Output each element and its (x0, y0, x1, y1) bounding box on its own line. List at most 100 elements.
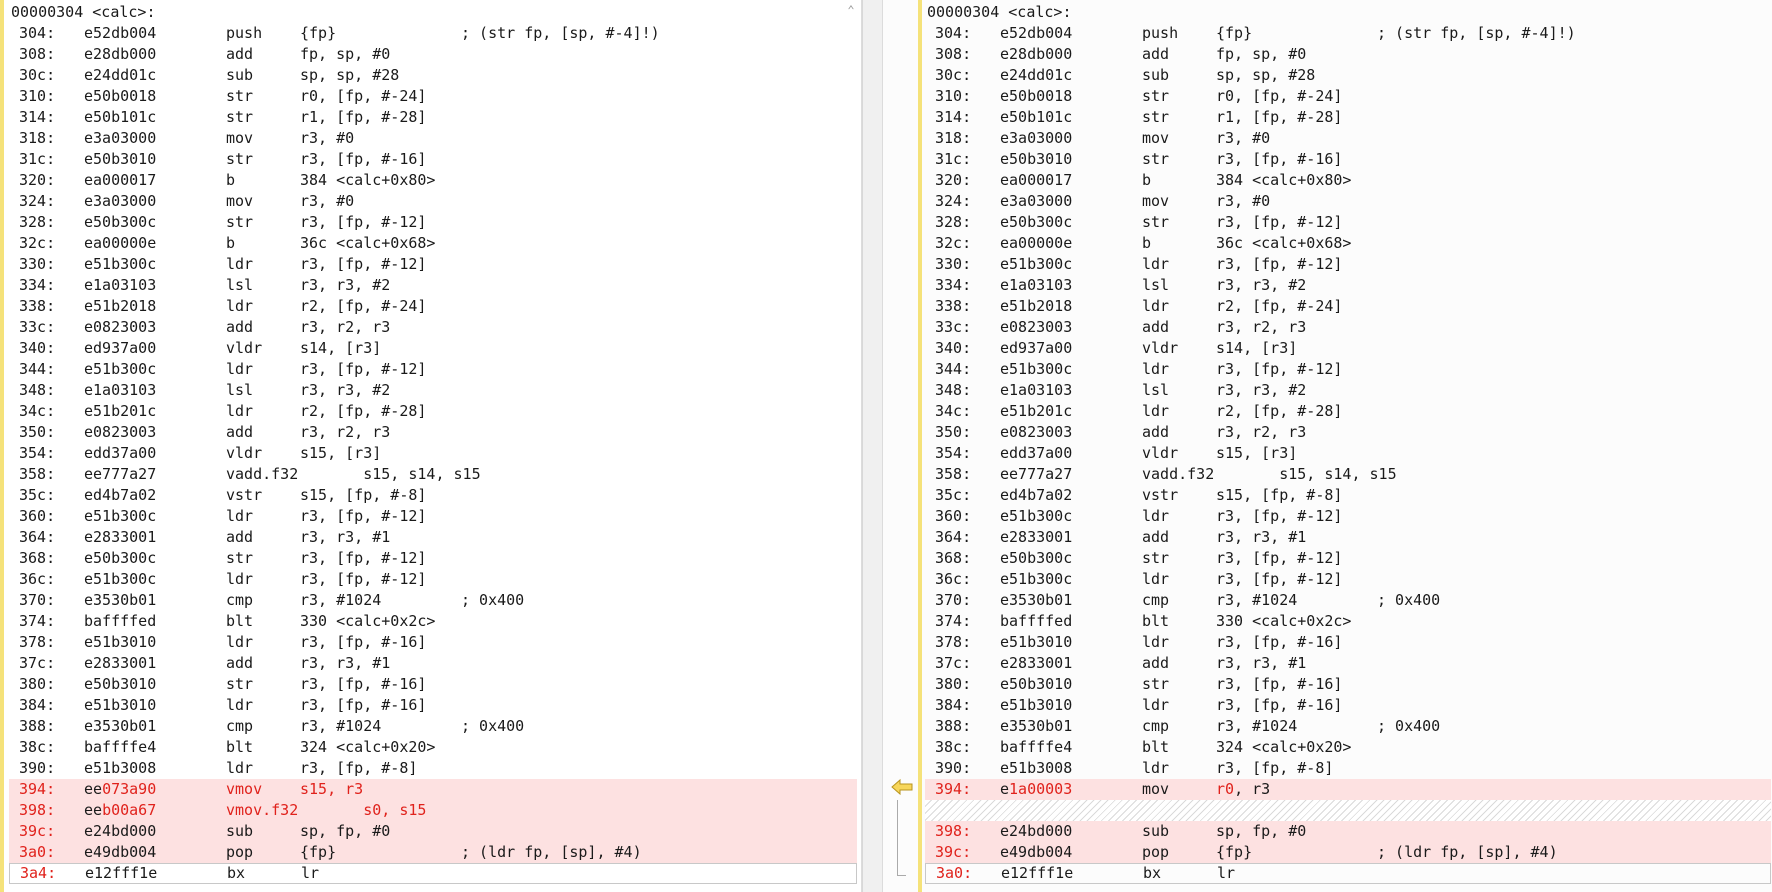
code-line[interactable]: 324: e3a03000 mov r3, #0 (925, 191, 1771, 212)
line-operands: r3, r3, #2 (1216, 276, 1307, 294)
code-line[interactable]: 398: eeb00a67 vmov.f32 s0, s15 (9, 800, 857, 821)
code-line[interactable]: 320: ea000017 b 384 <calc+0x80> (9, 170, 857, 191)
code-line[interactable]: 314: e50b101c str r1, [fp, #-28] (9, 107, 857, 128)
code-line[interactable]: 330: e51b300c ldr r3, [fp, #-12] (925, 254, 1771, 275)
code-line[interactable]: 37c: e2833001 add r3, r3, #1 (925, 653, 1771, 674)
code-line[interactable]: 388: e3530b01 cmp r3, #1024 ; 0x400 (9, 716, 857, 737)
code-line[interactable]: 328: e50b300c str r3, [fp, #-12] (9, 212, 857, 233)
code-line[interactable]: 390: e51b3008 ldr r3, [fp, #-8] (925, 758, 1771, 779)
change-gutter (0, 0, 4, 892)
code-line[interactable]: 388: e3530b01 cmp r3, #1024 ; 0x400 (925, 716, 1771, 737)
line-address: 33c: (19, 318, 56, 336)
code-line[interactable]: 344: e51b300c ldr r3, [fp, #-12] (9, 359, 857, 380)
code-line[interactable]: 398: e24bd000 sub sp, fp, #0 (925, 821, 1771, 842)
code-line[interactable]: 380: e50b3010 str r3, [fp, #-16] (9, 674, 857, 695)
code-line[interactable]: 364: e2833001 add r3, r3, #1 (925, 527, 1771, 548)
code-line[interactable]: 384: e51b3010 ldr r3, [fp, #-16] (925, 695, 1771, 716)
arrow-left-icon[interactable] (891, 778, 913, 796)
code-line[interactable]: 38c: baffffe4 blt 324 <calc+0x20> (9, 737, 857, 758)
line-operands: r0, [fp, #-24] (1216, 87, 1343, 105)
code-line[interactable]: 320: ea000017 b 384 <calc+0x80> (925, 170, 1771, 191)
code-line[interactable]: 318: e3a03000 mov r3, #0 (9, 128, 857, 149)
code-line[interactable]: 370: e3530b01 cmp r3, #1024 ; 0x400 (925, 590, 1771, 611)
code-line[interactable]: 32c: ea00000e b 36c <calc+0x68> (9, 233, 857, 254)
code-line[interactable]: 34c: e51b201c ldr r2, [fp, #-28] (9, 401, 857, 422)
code-line[interactable]: 350: e0823003 add r3, r2, r3 (9, 422, 857, 443)
code-line[interactable]: 354: edd37a00 vldr s15, [r3] (925, 443, 1771, 464)
code-line[interactable]: 39c: e24bd000 sub sp, fp, #0 (9, 821, 857, 842)
left-diff-pane[interactable]: 00000304 <calc>: 304: e52db004 push {fp} ; (… (0, 0, 862, 892)
code-line[interactable]: 36c: e51b300c ldr r3, [fp, #-12] (925, 569, 1771, 590)
code-line[interactable]: 368: e50b300c str r3, [fp, #-12] (925, 548, 1771, 569)
code-line[interactable]: 30c: e24dd01c sub sp, sp, #28 (9, 65, 857, 86)
code-line[interactable]: 348: e1a03103 lsl r3, r3, #2 (9, 380, 857, 401)
right-diff-pane[interactable]: 00000304 <calc>: 304: e52db004 push {fp} ; (… (882, 0, 1772, 892)
code-line[interactable]: 318: e3a03000 mov r3, #0 (925, 128, 1771, 149)
code-line[interactable]: 340: ed937a00 vldr s14, [r3] (9, 338, 857, 359)
code-line[interactable]: 360: e51b300c ldr r3, [fp, #-12] (9, 506, 857, 527)
code-line[interactable]: 31c: e50b3010 str r3, [fp, #-16] (925, 149, 1771, 170)
code-line[interactable]: 374: baffffed blt 330 <calc+0x2c> (925, 611, 1771, 632)
code-line[interactable]: 310: e50b0018 str r0, [fp, #-24] (925, 86, 1771, 107)
code-line[interactable]: 364: e2833001 add r3, r3, #1 (9, 527, 857, 548)
code-line[interactable]: 368: e50b300c str r3, [fp, #-12] (9, 548, 857, 569)
line-opcode-hex: baffffe4 (1000, 738, 1073, 756)
code-line[interactable]: 304: e52db004 push {fp} ; (str fp, [sp, #-4]… (925, 23, 1771, 44)
chevron-up-icon[interactable]: ⌃ (845, 4, 857, 16)
code-line[interactable]: 304: e52db004 push {fp} ; (str fp, [sp, #-4]… (9, 23, 857, 44)
line-address: 384: (19, 696, 56, 714)
code-line[interactable]: 350: e0823003 add r3, r2, r3 (925, 422, 1771, 443)
code-line-current[interactable]: 3a0: e12fff1e bx lr (925, 863, 1771, 884)
line-operands: r3, #0 (1216, 192, 1271, 210)
line-opcode-hex: ed937a00 (1000, 339, 1073, 357)
line-mnemonic: add (226, 654, 254, 672)
code-line[interactable]: 378: e51b3010 ldr r3, [fp, #-16] (925, 632, 1771, 653)
line-opcode-hex: e50b3010 (84, 150, 157, 168)
code-line[interactable]: 324: e3a03000 mov r3, #0 (9, 191, 857, 212)
code-line[interactable]: 394: e1a00003 mov r0, r3 (925, 779, 1771, 800)
code-line[interactable]: 39c: e49db004 pop {fp} ; (ldr fp, [sp], #4) (925, 842, 1771, 863)
code-line[interactable]: 33c: e0823003 add r3, r2, r3 (9, 317, 857, 338)
code-line[interactable]: 38c: baffffe4 blt 324 <calc+0x20> (925, 737, 1771, 758)
code-line[interactable]: 394: ee073a90 vmov s15, r3 (9, 779, 857, 800)
code-line[interactable]: 308: e28db000 add fp, sp, #0 (925, 44, 1771, 65)
code-line[interactable]: 35c: ed4b7a02 vstr s15, [fp, #-8] (925, 485, 1771, 506)
code-line[interactable]: 35c: ed4b7a02 vstr s15, [fp, #-8] (9, 485, 857, 506)
line-address: 32c: (935, 234, 972, 252)
line-mnemonic: ldr (226, 360, 254, 378)
line-address: 378: (19, 633, 56, 651)
code-line[interactable]: 37c: e2833001 add r3, r3, #1 (9, 653, 857, 674)
code-line-current[interactable]: 3a4: e12fff1e bx lr (9, 863, 857, 884)
code-line[interactable]: 31c: e50b3010 str r3, [fp, #-16] (9, 149, 857, 170)
code-line[interactable]: 340: ed937a00 vldr s14, [r3] (925, 338, 1771, 359)
code-line[interactable]: 390: e51b3008 ldr r3, [fp, #-8] (9, 758, 857, 779)
code-line[interactable]: 34c: e51b201c ldr r2, [fp, #-28] (925, 401, 1771, 422)
code-line[interactable]: 310: e50b0018 str r0, [fp, #-24] (9, 86, 857, 107)
code-line[interactable]: 384: e51b3010 ldr r3, [fp, #-16] (9, 695, 857, 716)
code-line[interactable]: 30c: e24dd01c sub sp, sp, #28 (925, 65, 1771, 86)
code-line[interactable]: 33c: e0823003 add r3, r2, r3 (925, 317, 1771, 338)
code-line[interactable]: 3a0: e49db004 pop {fp} ; (ldr fp, [sp], #4) (9, 842, 857, 863)
code-line[interactable]: 32c: ea00000e b 36c <calc+0x68> (925, 233, 1771, 254)
code-line[interactable]: 358: ee777a27 vadd.f32 s15, s14, s15 (925, 464, 1771, 485)
code-line[interactable]: 380: e50b3010 str r3, [fp, #-16] (925, 674, 1771, 695)
code-line[interactable]: 358: ee777a27 vadd.f32 s15, s14, s15 (9, 464, 857, 485)
code-line[interactable]: 334: e1a03103 lsl r3, r3, #2 (9, 275, 857, 296)
line-address: 394: (935, 780, 972, 798)
code-line[interactable]: 354: edd37a00 vldr s15, [r3] (9, 443, 857, 464)
code-line[interactable]: 338: e51b2018 ldr r2, [fp, #-24] (925, 296, 1771, 317)
code-line[interactable]: 378: e51b3010 ldr r3, [fp, #-16] (9, 632, 857, 653)
code-line[interactable]: 360: e51b300c ldr r3, [fp, #-12] (925, 506, 1771, 527)
code-line[interactable]: 334: e1a03103 lsl r3, r3, #2 (925, 275, 1771, 296)
code-line[interactable]: 338: e51b2018 ldr r2, [fp, #-24] (9, 296, 857, 317)
code-line[interactable]: 370: e3530b01 cmp r3, #1024 ; 0x400 (9, 590, 857, 611)
code-line[interactable]: 348: e1a03103 lsl r3, r3, #2 (925, 380, 1771, 401)
code-line[interactable]: 314: e50b101c str r1, [fp, #-28] (925, 107, 1771, 128)
pane-splitter[interactable] (862, 0, 884, 892)
code-line[interactable]: 328: e50b300c str r3, [fp, #-12] (925, 212, 1771, 233)
code-line[interactable]: 374: baffffed blt 330 <calc+0x2c> (9, 611, 857, 632)
code-line[interactable]: 308: e28db000 add fp, sp, #0 (9, 44, 857, 65)
code-line[interactable]: 344: e51b300c ldr r3, [fp, #-12] (925, 359, 1771, 380)
code-line[interactable]: 36c: e51b300c ldr r3, [fp, #-12] (9, 569, 857, 590)
code-line[interactable]: 330: e51b300c ldr r3, [fp, #-12] (9, 254, 857, 275)
